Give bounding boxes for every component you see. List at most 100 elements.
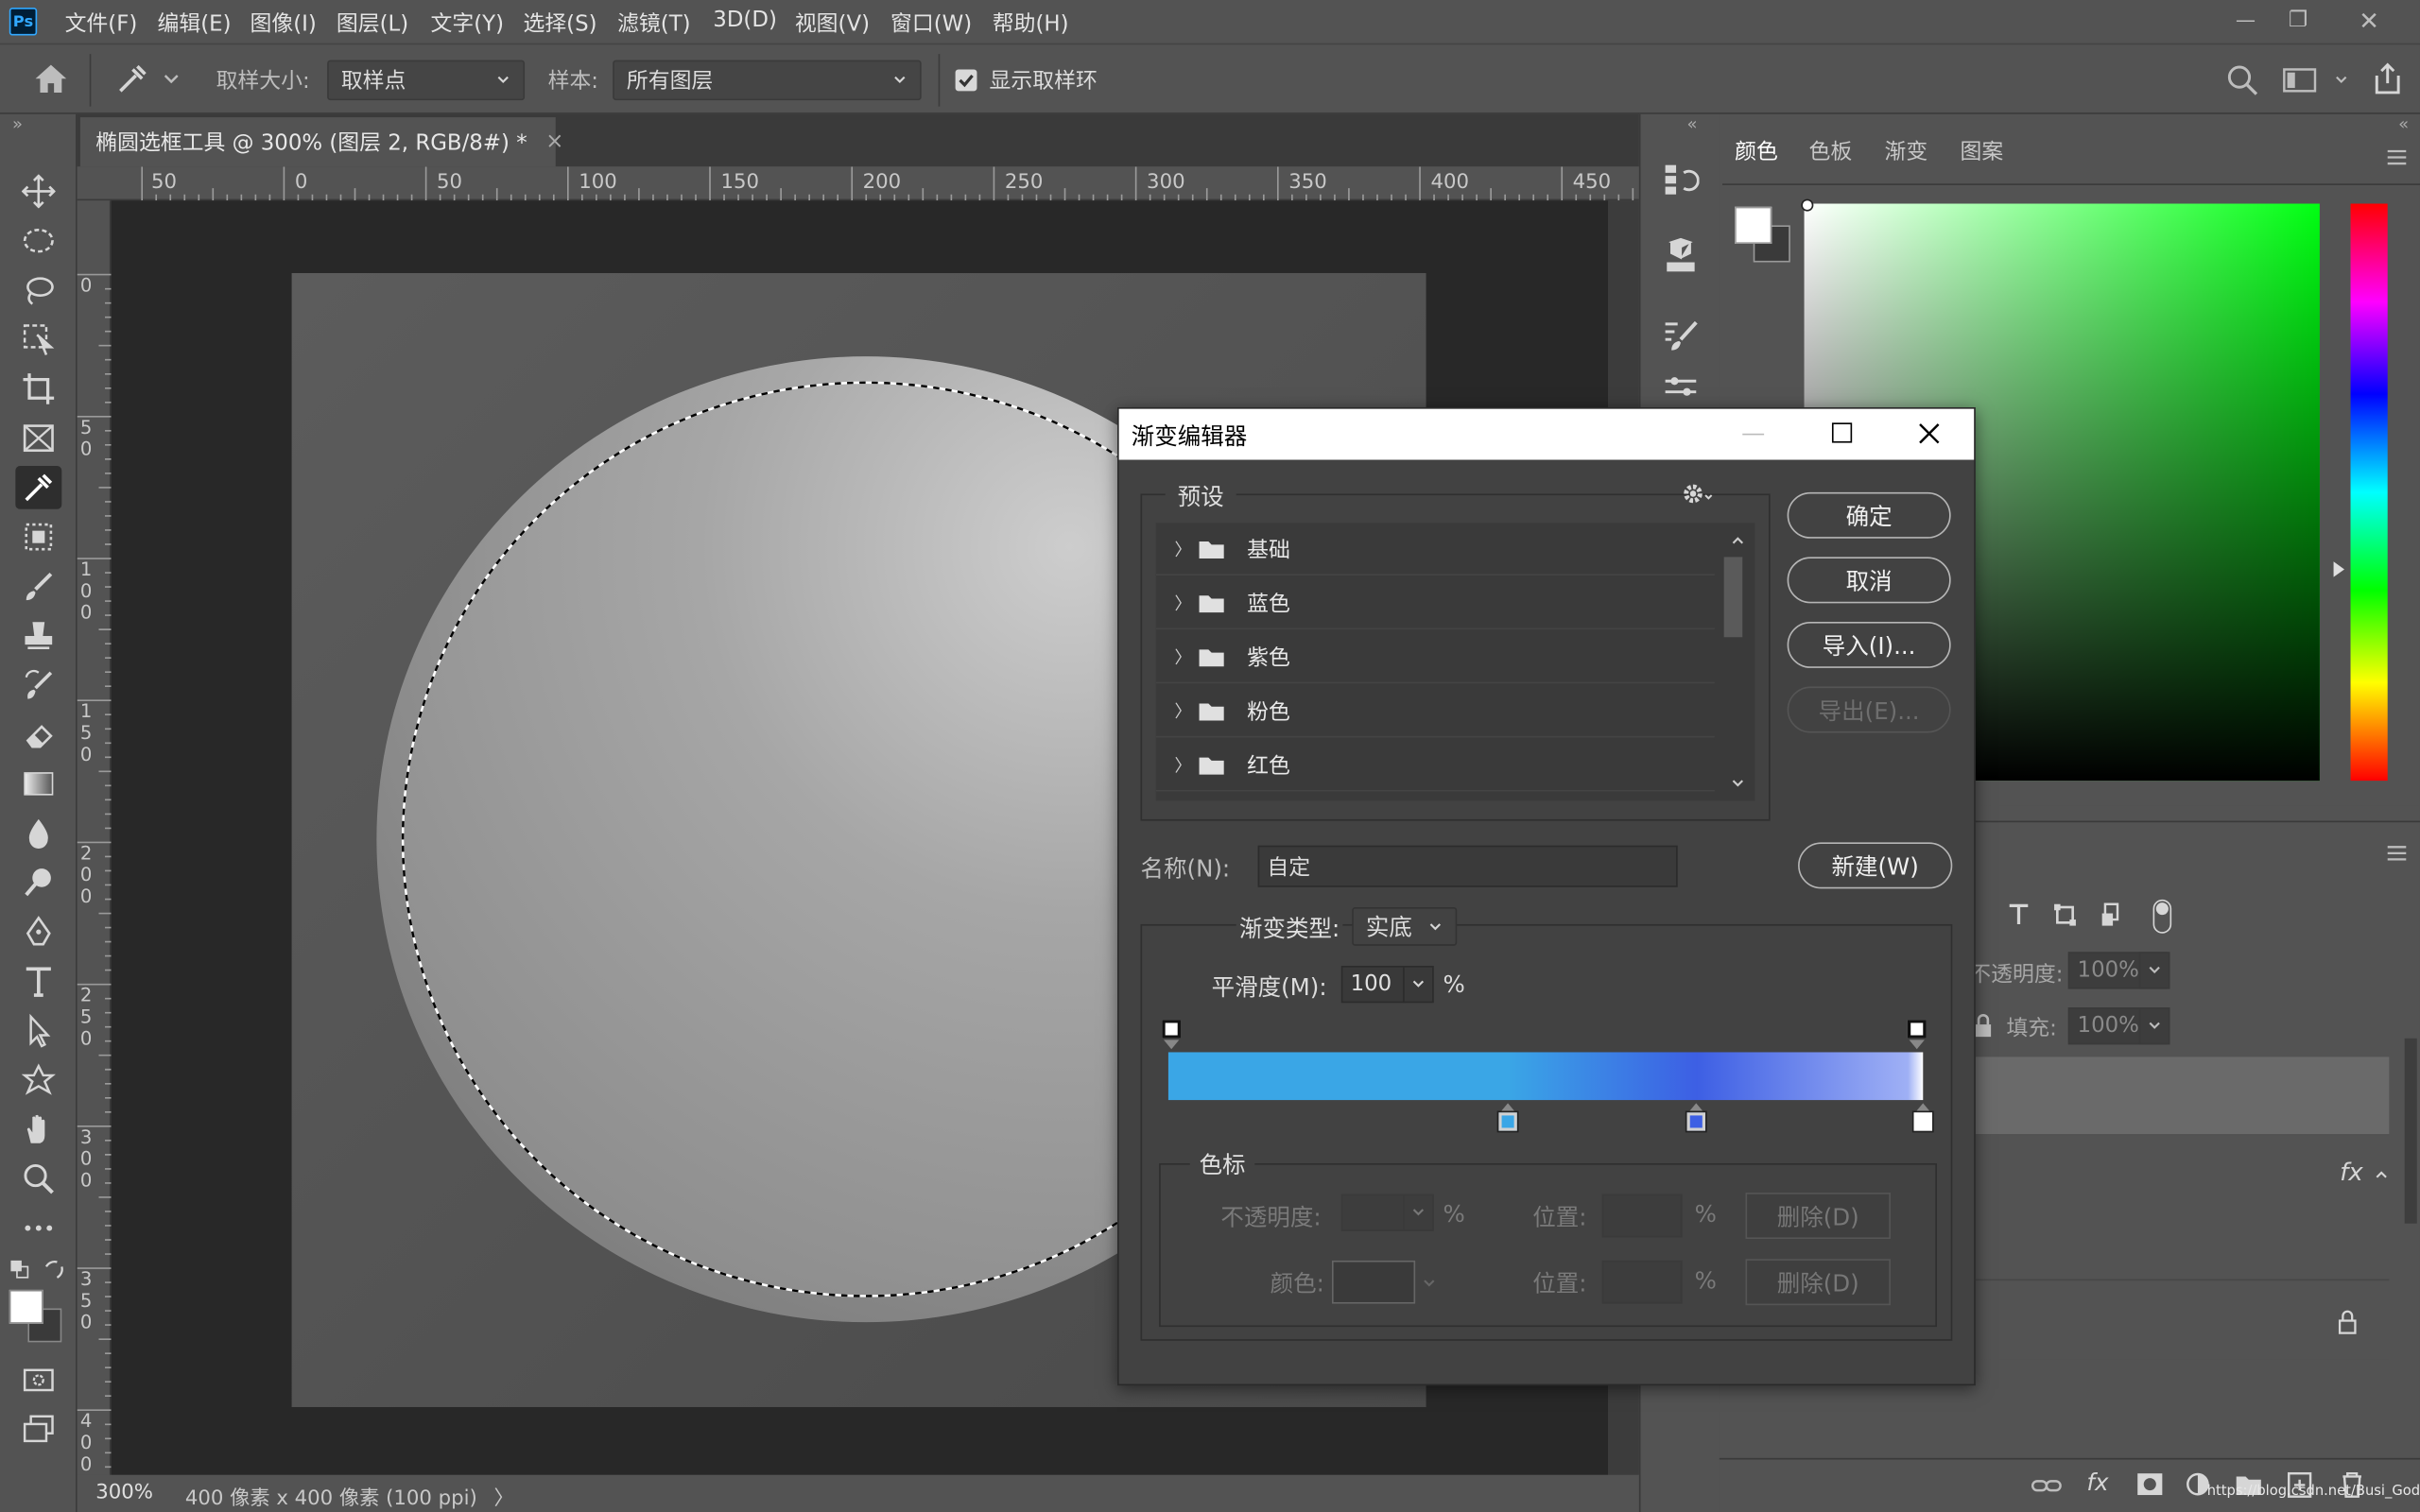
stop-location-input[interactable] [1601, 1260, 1683, 1304]
type-icon[interactable] [15, 960, 61, 1004]
tab-patterns[interactable]: 图案 [1960, 136, 2003, 167]
tab-gradients[interactable]: 渐变 [1884, 136, 1927, 167]
color-picker-marker[interactable] [1801, 198, 1814, 212]
gradient-type-select[interactable]: 实底 [1352, 906, 1458, 946]
menu-file[interactable]: 文件(F) [65, 8, 138, 39]
search-icon[interactable] [2225, 63, 2259, 97]
opacity-dropdown[interactable] [2138, 952, 2170, 989]
preset-folder-pink[interactable]: 〉 粉色 [1155, 684, 1715, 738]
eyedropper-preset-icon[interactable] [114, 60, 182, 97]
gradient-icon[interactable] [15, 763, 61, 806]
opacity-stop-right[interactable] [1907, 1020, 1927, 1039]
quick-mask-icon[interactable] [15, 1358, 61, 1401]
hue-slider[interactable] [2350, 203, 2388, 782]
custom-shape-icon[interactable] [15, 1058, 61, 1102]
menu-view[interactable]: 视图(V) [795, 8, 870, 39]
export-button[interactable]: 导出(E)... [1787, 686, 1951, 733]
chevron-down-icon[interactable] [1730, 776, 1745, 791]
preset-folder-blue[interactable]: 〉 蓝色 [1155, 576, 1715, 630]
history-icon[interactable] [1662, 161, 1700, 198]
eraser-icon[interactable] [15, 713, 61, 756]
lasso-icon[interactable] [15, 268, 61, 312]
shape-filter-icon[interactable] [2052, 902, 2077, 927]
scrollbar-thumb[interactable] [1723, 557, 1743, 638]
dialog-titlebar[interactable]: 渐变编辑器 [1118, 408, 1975, 460]
close-tab-icon[interactable]: × [545, 129, 563, 154]
delete-color-stop-button[interactable]: 删除(D) [1745, 1259, 1891, 1306]
sample-select[interactable]: 所有图层 [613, 60, 922, 101]
close-window-button[interactable]: ✕ [2342, 3, 2395, 37]
home-icon[interactable] [31, 60, 71, 97]
screen-mode-icon[interactable] [15, 1407, 61, 1451]
document-tab[interactable]: 椭圆选框工具 @ 300% (图层 2, RGB/8#) * × [79, 117, 563, 167]
menu-image[interactable]: 图像(I) [250, 8, 316, 39]
menu-edit[interactable]: 编辑(E) [158, 8, 232, 39]
status-menu-icon[interactable]: 〉 [493, 1481, 513, 1510]
elliptical-marquee-icon[interactable] [15, 219, 61, 263]
fg-color-chip[interactable] [1735, 206, 1772, 244]
share-icon[interactable] [2369, 60, 2406, 97]
show-ring-checkbox[interactable] [955, 69, 977, 92]
eyedropper-icon[interactable] [15, 466, 62, 509]
more-tools-icon[interactable] [15, 1207, 61, 1250]
fill-dropdown[interactable] [2138, 1007, 2170, 1045]
collapse-icon[interactable]: « [1686, 114, 1697, 134]
link-layers-icon[interactable] [2031, 1475, 2063, 1497]
zoom-icon[interactable] [15, 1157, 61, 1200]
preset-folder-purple[interactable]: 〉 紫色 [1155, 630, 1715, 684]
frame-icon[interactable] [15, 417, 61, 460]
swap-colors-icon[interactable] [43, 1259, 65, 1280]
cancel-button[interactable]: 取消 [1787, 557, 1951, 604]
new-button[interactable]: 新建(W) [1798, 842, 1953, 889]
gear-icon[interactable] [1681, 481, 1715, 506]
close-icon[interactable] [1918, 422, 1940, 444]
adjust-icon[interactable] [1662, 373, 1699, 410]
chevron-up-icon[interactable] [1730, 532, 1745, 547]
move-tool-icon[interactable] [15, 170, 61, 214]
stop-location-input[interactable] [1601, 1194, 1683, 1238]
object-select-icon[interactable] [15, 318, 61, 361]
stop-opacity-dropdown[interactable] [1403, 1194, 1434, 1231]
preset-scrollbar[interactable] [1720, 523, 1755, 801]
preset-folder-basic[interactable]: 〉 基础 [1155, 523, 1715, 576]
smart-object-filter-icon[interactable] [2099, 902, 2123, 927]
expand-icon[interactable]: » [12, 114, 23, 134]
history-brush-icon[interactable] [15, 663, 61, 707]
stop-opacity-input[interactable] [1340, 1194, 1407, 1231]
menu-help[interactable]: 帮助(H) [993, 8, 1069, 39]
color-stop-3[interactable] [1911, 1110, 1934, 1133]
menu-layer[interactable]: 图层(L) [337, 8, 408, 39]
selected-layer-row[interactable] [1975, 1057, 2390, 1134]
tab-color[interactable]: 颜色 [1735, 136, 1778, 167]
restore-button[interactable]: ❐ [2272, 3, 2325, 37]
3d-icon[interactable] [1662, 237, 1699, 274]
color-stop-1[interactable] [1496, 1110, 1519, 1133]
layer-row[interactable]: fx [1975, 1135, 2390, 1281]
import-button[interactable]: 导入(I)... [1787, 621, 1951, 668]
smoothness-dropdown[interactable] [1403, 966, 1434, 1004]
menu-type[interactable]: 文字(Y) [431, 8, 505, 39]
fx-icon[interactable]: fx [2086, 1469, 2108, 1496]
opacity-stop-left[interactable] [1162, 1020, 1181, 1039]
tab-swatches[interactable]: 色板 [1808, 136, 1852, 167]
menu-filter[interactable]: 滤镜(T) [617, 8, 691, 39]
menu-window[interactable]: 窗口(W) [890, 8, 972, 39]
lock-all-icon[interactable] [1973, 1014, 1995, 1039]
zoom-level[interactable]: 300% [95, 1481, 153, 1503]
fx-label[interactable]: fx [2340, 1157, 2363, 1186]
brush-settings-icon[interactable] [1662, 318, 1699, 354]
default-colors-icon[interactable] [9, 1259, 31, 1280]
collapse-panels-icon[interactable]: « [2398, 114, 2409, 134]
filter-toggle[interactable] [2152, 899, 2172, 934]
name-input[interactable]: 自定 [1257, 845, 1678, 887]
maximize-icon[interactable] [1831, 422, 1853, 443]
hue-marker-icon[interactable] [2333, 561, 2344, 577]
type-filter-icon[interactable] [2006, 902, 2031, 927]
foreground-color-swatch[interactable] [9, 1289, 43, 1324]
brush-icon[interactable] [15, 565, 61, 609]
path-select-icon[interactable] [15, 1009, 61, 1053]
layers-scrollbar[interactable] [2404, 1038, 2417, 1224]
preset-folder-red[interactable]: 〉 红色 [1155, 739, 1715, 792]
dodge-icon[interactable] [15, 861, 61, 904]
background-layer-row[interactable] [1975, 1281, 2390, 1360]
